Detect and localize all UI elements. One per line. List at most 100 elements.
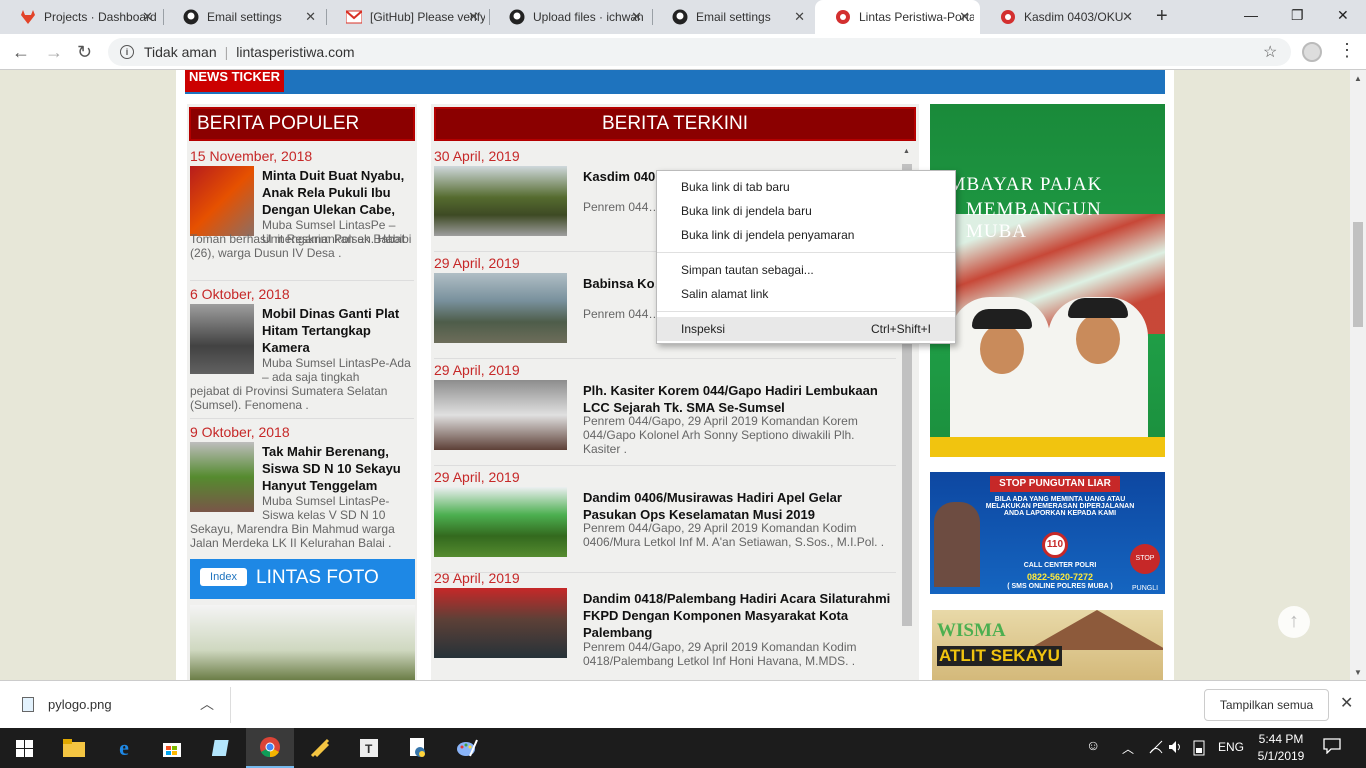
- stop-pungli-ad[interactable]: STOP PUNGUTAN LIAR BILA ADA YANG MEMINTA…: [930, 472, 1165, 594]
- lintas-foto-image[interactable]: [190, 605, 415, 680]
- populer-title[interactable]: Tak Mahir Berenang, Siswa SD N 10 Sekayu…: [262, 443, 417, 494]
- typora-icon[interactable]: T: [345, 728, 393, 768]
- terkini-desc: Penrem 044/Gapo, 29 April 2019 Komandan …: [583, 414, 858, 456]
- close-icon[interactable]: ✕: [794, 9, 805, 25]
- ad-phone: 0822-5620-7272: [1026, 572, 1094, 582]
- forward-arrow-icon[interactable]: →: [45, 42, 63, 63]
- tab-lintas-peristiwa[interactable]: Lintas Peristiwa-Portal ✕: [815, 0, 980, 34]
- populer-thumbnail[interactable]: [190, 166, 254, 236]
- wisma-atlit-ad[interactable]: WISMA ATLIT SEKAYU: [932, 610, 1163, 680]
- terkini-thumbnail[interactable]: [434, 380, 567, 450]
- tab-gitlab-projects[interactable]: Projects · Dashboard ✕: [0, 0, 163, 34]
- scroll-down-arrow-icon[interactable]: ▼: [1354, 668, 1362, 677]
- populer-item[interactable]: 15 November, 2018 Minta Duit Buat Nyabu,…: [190, 148, 415, 278]
- terkini-thumbnail[interactable]: [434, 273, 567, 343]
- index-button[interactable]: Index: [200, 568, 247, 586]
- input-language[interactable]: ENG: [1218, 740, 1244, 754]
- populer-item[interactable]: 9 Oktober, 2018 Tak Mahir Berenang, Sisw…: [190, 424, 415, 554]
- volume-icon[interactable]: [1168, 740, 1184, 757]
- populer-thumbnail[interactable]: [190, 442, 254, 512]
- address-separator: |: [224, 44, 229, 60]
- building-graphic: [1027, 610, 1163, 650]
- chrome-icon[interactable]: [246, 728, 294, 768]
- ad-text: MEMBANGUN MUBA: [966, 199, 1102, 242]
- close-icon[interactable]: ✕: [959, 9, 970, 25]
- context-menu-item[interactable]: Buka link di jendela penyamaran: [657, 223, 955, 247]
- show-all-button[interactable]: Tampilkan semua: [1204, 689, 1329, 721]
- tab-kasdim[interactable]: Kasdim 0403/OKU ✕: [980, 0, 1143, 34]
- context-menu-item[interactable]: Salin alamat link: [657, 282, 955, 306]
- app-icon[interactable]: [296, 728, 344, 768]
- notepad-icon[interactable]: [198, 728, 246, 768]
- terkini-item[interactable]: 29 April, 2019 Plh. Kasiter Korem 044/Ga…: [434, 362, 898, 462]
- populer-item[interactable]: 6 Oktober, 2018 Mobil Dinas Ganti Plat H…: [190, 286, 415, 416]
- back-arrow-icon[interactable]: ←: [12, 42, 30, 63]
- close-icon[interactable]: ✕: [1340, 693, 1353, 713]
- browser-menu-icon[interactable]: ⋮: [1338, 40, 1356, 61]
- berita-populer-heading: BERITA POPULER: [189, 107, 415, 141]
- close-icon[interactable]: ✕: [142, 9, 153, 25]
- populer-thumbnail[interactable]: [190, 304, 254, 374]
- terkini-thumbnail[interactable]: [434, 166, 567, 236]
- download-item[interactable]: pylogo.png: [22, 697, 112, 712]
- close-icon[interactable]: ✕: [305, 9, 316, 25]
- context-menu-item-inspect[interactable]: Inspeksi Ctrl+Shift+I: [657, 317, 955, 341]
- minimize-icon[interactable]: —: [1244, 7, 1258, 23]
- info-icon[interactable]: i: [120, 45, 134, 59]
- address-bar[interactable]: i Tidak aman | lintasperistiwa.com: [108, 38, 1291, 66]
- populer-title[interactable]: Mobil Dinas Ganti Plat Hitam Tertangkap …: [262, 305, 417, 356]
- edge-browser-icon[interactable]: e: [100, 728, 148, 768]
- populer-title[interactable]: Minta Duit Buat Nyabu, Anak Rela Pukuli …: [262, 167, 417, 218]
- terkini-date: 29 April, 2019: [434, 469, 520, 485]
- people-icon[interactable]: ☺: [1086, 737, 1100, 753]
- terkini-desc: Penrem 044/Gapo, 29 April 2019 Komandan …: [583, 521, 885, 549]
- file-explorer-icon[interactable]: [50, 728, 98, 768]
- tab-github-upload-files[interactable]: Upload files · ichwan ✕: [489, 0, 652, 34]
- store-icon[interactable]: [148, 728, 196, 768]
- windows-start-icon[interactable]: [0, 728, 48, 768]
- gitlab-icon: [20, 9, 36, 25]
- chevron-up-icon[interactable]: ︿: [1122, 740, 1134, 757]
- page-scrollbar[interactable]: ▲ ▼: [1350, 70, 1366, 680]
- paint-icon[interactable]: [443, 728, 491, 768]
- ad-heading: STOP PUNGUTAN LIAR: [990, 476, 1120, 492]
- terkini-title[interactable]: Plh. Kasiter Korem 044/Gapo Hadiri Lembu…: [583, 382, 895, 416]
- close-icon[interactable]: ✕: [1122, 9, 1133, 25]
- new-tab-plus-icon[interactable]: +: [1156, 5, 1168, 28]
- battery-icon[interactable]: [1192, 740, 1206, 759]
- context-menu-item[interactable]: Buka link di jendela baru: [657, 199, 955, 223]
- site-icon: [835, 9, 851, 25]
- profile-avatar-icon[interactable]: [1302, 42, 1322, 62]
- ads-column: EMBAYAR PAJAK MEMBANGUN MUBA STOP PUNGUT…: [930, 104, 1165, 680]
- browser-tab-strip: Projects · Dashboard ✕ Email settings ✕ …: [0, 0, 1366, 34]
- scroll-up-arrow-icon[interactable]: ▲: [1354, 74, 1362, 83]
- close-window-icon[interactable]: ✕: [1337, 7, 1349, 24]
- chevron-up-icon[interactable]: ︿: [200, 694, 214, 714]
- terkini-thumbnail[interactable]: [434, 588, 567, 658]
- terkini-item[interactable]: 29 April, 2019 Dandim 0406/Musirawas Had…: [434, 469, 898, 569]
- notification-center-icon[interactable]: [1323, 738, 1341, 757]
- scroll-up-arrow-icon[interactable]: ▲: [903, 148, 910, 155]
- system-clock[interactable]: 5:44 PM 5/1/2019: [1256, 731, 1306, 765]
- reload-icon[interactable]: ↻: [77, 42, 92, 63]
- restore-icon[interactable]: ❐: [1291, 7, 1304, 24]
- terkini-item[interactable]: 29 April, 2019 Dandim 0418/Palembang Had…: [434, 570, 898, 680]
- context-menu-item[interactable]: Simpan tautan sebagai...: [657, 258, 955, 282]
- tab-gmail-github-verify[interactable]: [GitHub] Please verify ✕: [326, 0, 489, 34]
- terkini-title[interactable]: Dandim 0406/Musirawas Hadiri Apel Gelar …: [583, 489, 895, 523]
- context-menu-item[interactable]: Buka link di tab baru: [657, 175, 955, 199]
- network-icon[interactable]: [1148, 740, 1164, 757]
- ad-text: BILA ADA YANG MEMINTA UANG ATAU MELAKUKA…: [985, 496, 1135, 517]
- tab-github-email-settings[interactable]: Email settings ✕: [163, 0, 326, 34]
- populer-date: 6 Oktober, 2018: [190, 286, 290, 302]
- close-icon[interactable]: ✕: [468, 9, 479, 25]
- terkini-title[interactable]: Dandim 0418/Palembang Hadiri Acara Silat…: [583, 590, 895, 641]
- tab-github-email-settings-2[interactable]: Email settings ✕: [652, 0, 815, 34]
- back-to-top-icon[interactable]: ↑: [1278, 606, 1310, 638]
- bookmark-star-icon[interactable]: ☆: [1263, 42, 1277, 62]
- pajak-banner-ad[interactable]: EMBAYAR PAJAK MEMBANGUN MUBA: [930, 104, 1165, 457]
- python-file-icon[interactable]: [394, 728, 442, 768]
- scroll-thumb[interactable]: [1353, 222, 1363, 327]
- close-icon[interactable]: ✕: [631, 9, 642, 25]
- terkini-thumbnail[interactable]: [434, 487, 567, 557]
